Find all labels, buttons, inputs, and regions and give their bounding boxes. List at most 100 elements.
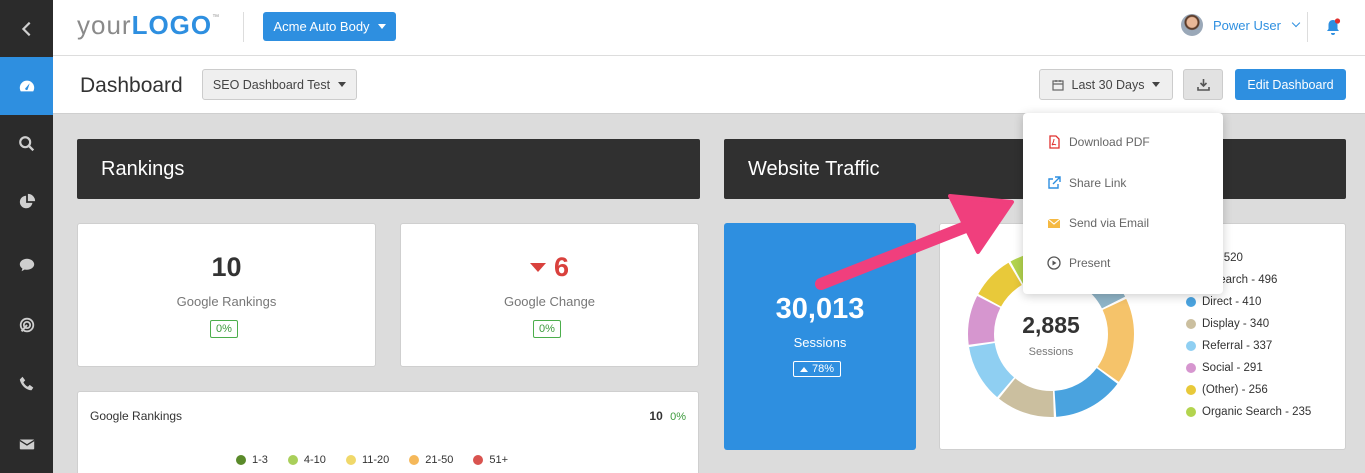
sidebar-item-social[interactable] <box>0 236 53 294</box>
user-name: Power User <box>1213 17 1281 33</box>
legend-item[interactable]: Organic Search - 235 <box>1186 406 1311 418</box>
donut-total: 2,885 <box>1022 312 1080 338</box>
sessions-value: 30,013 <box>775 293 865 325</box>
google-change-card: 6 Google Change 0% <box>400 223 699 367</box>
chevron-left-icon <box>21 21 30 37</box>
legend-item[interactable]: 51+ <box>473 454 508 466</box>
external-link-icon <box>1048 176 1061 189</box>
sidebar-item-dashboard[interactable] <box>0 57 53 115</box>
legend-item[interactable]: Direct - 410 <box>1186 296 1261 308</box>
send-via-email-item[interactable]: Send via Email <box>1047 216 1149 230</box>
legend-dot <box>1186 407 1196 417</box>
sessions-label: Sessions <box>793 335 847 350</box>
menu-item-label: Present <box>1069 256 1111 270</box>
gauge-icon <box>19 80 34 92</box>
logo-prefix: your <box>77 10 132 40</box>
metric-value: 10 <box>211 252 242 282</box>
legend-dot <box>345 455 356 465</box>
pdf-file-icon <box>1049 135 1060 149</box>
search-icon <box>18 136 34 152</box>
legend-item[interactable]: Social - 291 <box>1186 362 1263 374</box>
sidebar-item-calls[interactable] <box>0 355 53 413</box>
menu-item-label: Share Link <box>1069 176 1127 190</box>
chart-summary: 10 0% <box>649 409 686 423</box>
legend-label: Social - 291 <box>1202 362 1263 374</box>
metric-label: Google Change <box>503 294 596 309</box>
user-menu[interactable]: Power User <box>1181 14 1301 36</box>
play-circle-icon <box>1047 256 1061 270</box>
collapse-sidebar-button[interactable] <box>0 0 53 58</box>
client-selector-button[interactable]: Acme Auto Body <box>263 12 396 41</box>
sidebar-item-ppc[interactable] <box>0 296 53 354</box>
legend-dot <box>1186 341 1196 351</box>
phone-icon <box>19 376 33 391</box>
triangle-up-icon <box>800 366 808 372</box>
logo[interactable]: yourLOGO™ <box>77 10 220 41</box>
edit-dashboard-button[interactable]: Edit Dashboard <box>1235 69 1346 100</box>
legend-label: Referral - 337 <box>1202 340 1273 352</box>
present-item[interactable]: Present <box>1047 256 1110 270</box>
pie-chart-icon <box>19 193 35 209</box>
legend-dot <box>1186 363 1196 373</box>
download-button[interactable] <box>1183 69 1223 100</box>
download-dropdown-menu: Download PDF Share Link Send via Email P… <box>1023 113 1223 294</box>
badge-value: 78% <box>812 363 835 375</box>
metric-value: 6 <box>553 252 570 282</box>
dashboard-selector[interactable]: SEO Dashboard Test <box>202 69 357 100</box>
legend-item[interactable]: 4-10 <box>287 454 326 466</box>
panel-title: Rankings <box>101 157 185 180</box>
legend-label: 11-20 <box>361 454 390 466</box>
download-icon <box>1196 79 1210 91</box>
change-badge: 0% <box>210 320 238 338</box>
chart-title: Google Rankings <box>90 409 183 423</box>
share-link-item[interactable]: Share Link <box>1047 176 1126 190</box>
caret-down-icon <box>377 24 386 29</box>
target-icon <box>19 317 34 333</box>
legend-dot <box>1186 319 1196 329</box>
triangle-down-icon <box>529 263 546 272</box>
dashboard-selector-label: SEO Dashboard Test <box>212 77 331 92</box>
legend-item[interactable]: 1-3 <box>236 454 268 466</box>
legend-label: 51+ <box>489 454 509 466</box>
date-range-selector[interactable]: Last 30 Days <box>1039 69 1173 100</box>
bell-icon[interactable] <box>1325 18 1341 36</box>
chat-bubble-icon <box>19 258 34 272</box>
sessions-card: 30,013 Sessions 78% <box>724 223 916 450</box>
sidebar-item-email[interactable] <box>0 415 53 473</box>
legend-label: 4-10 <box>303 454 326 466</box>
caret-down-icon <box>1152 82 1161 87</box>
google-rankings-card: 10 Google Rankings 0% <box>77 223 376 367</box>
donut-label: Sessions <box>1028 346 1074 358</box>
logo-strong: LOGO <box>131 10 213 40</box>
rankings-panel-header: Rankings <box>77 139 700 199</box>
logo-trademark: ™ <box>212 14 221 21</box>
legend-label: Display - 340 <box>1202 318 1270 330</box>
legend-label: 1-3 <box>252 454 268 466</box>
legend-dot <box>287 455 298 465</box>
sidebar-item-analytics[interactable] <box>0 173 53 231</box>
legend-item[interactable]: 11-20 <box>345 454 390 466</box>
sidebar <box>0 0 53 473</box>
legend-dot <box>473 455 484 465</box>
change-badge: 0% <box>533 320 561 338</box>
sidebar-item-seo[interactable] <box>0 115 53 173</box>
legend-label: Direct - 410 <box>1202 296 1262 308</box>
metric-value-row: 6 <box>401 252 698 283</box>
top-bar: yourLOGO™ Acme Auto Body Power User <box>53 0 1365 56</box>
legend-item[interactable]: Referral - 337 <box>1186 340 1272 352</box>
divider <box>243 12 244 42</box>
panel-title: Website Traffic <box>748 157 880 180</box>
legend-item[interactable]: 21-50 <box>409 454 453 466</box>
legend-item[interactable]: (Other) - 256 <box>1186 384 1268 396</box>
google-rankings-chart-card: Google Rankings 10 0% 1-3 4-10 11-20 21-50 5… <box>77 391 699 473</box>
sessions-change-badge: 78% <box>793 361 842 377</box>
envelope-icon <box>18 439 35 450</box>
legend-dot <box>1186 297 1196 307</box>
chart-summary-change: 0% <box>670 411 686 423</box>
download-pdf-item[interactable]: Download PDF <box>1047 135 1150 149</box>
legend-dot <box>1186 385 1196 395</box>
legend-item[interactable]: Display - 340 <box>1186 318 1269 330</box>
envelope-icon <box>1047 218 1061 228</box>
dashboard-header: Dashboard SEO Dashboard Test Last 30 Day… <box>53 56 1365 114</box>
client-selector-label: Acme Auto Body <box>273 19 370 34</box>
